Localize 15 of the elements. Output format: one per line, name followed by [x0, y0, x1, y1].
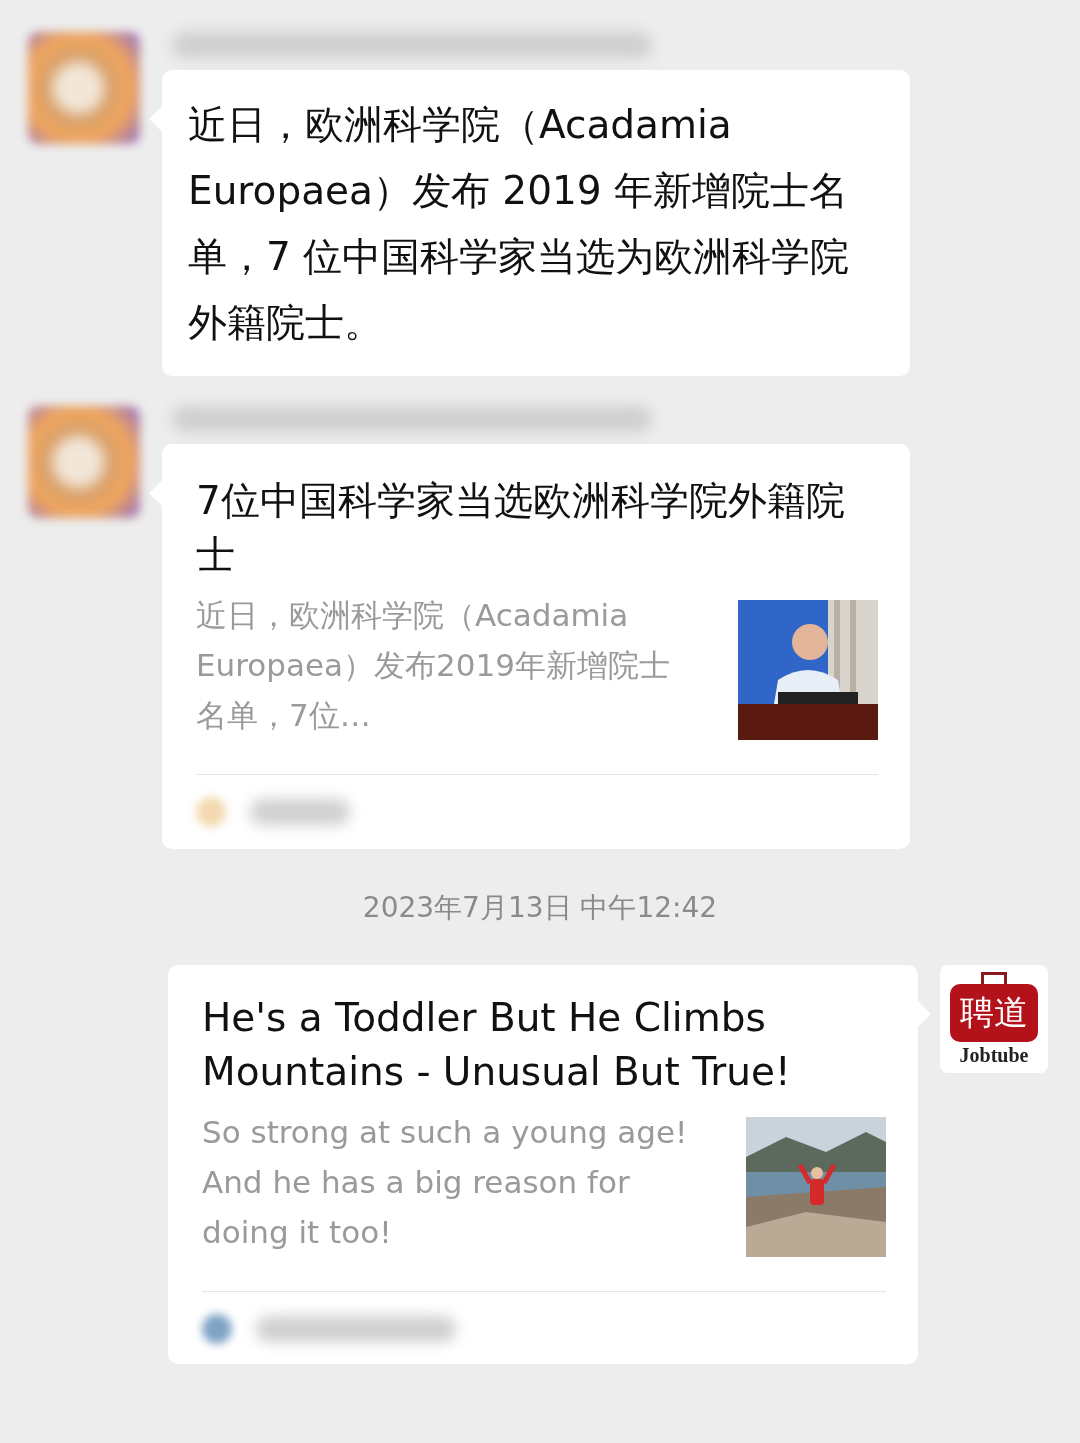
jobtube-logo[interactable]: 聘道 Jobtube — [940, 965, 1048, 1073]
logo-text: 聘道 — [960, 990, 1028, 1034]
article-title: 7位中国科学家当选欧洲科学院外籍院士 — [196, 477, 846, 579]
source-icon — [202, 1314, 232, 1344]
logo-caption: Jobtube — [959, 1043, 1029, 1067]
article-description: 近日，欧洲科学院（Acadamia Europaea）发布2019年新增院士名单，7位… — [196, 596, 671, 735]
avatar[interactable] — [28, 32, 140, 144]
article-card[interactable]: 7位中国科学家当选欧洲科学院外籍院士 近日，欧洲科学院（Acadamia Europaea）发布2019年新增院士名单，7位… — [162, 444, 910, 849]
message-text: 近日，欧洲科学院（Acadamia Europaea）发布 2019 年新增院士名单，7 位中国科学家当选为欧洲科学院外籍院士。 — [188, 101, 851, 347]
article-title: He's a Toddler But He Climbs Mountains - Unusual But True! — [202, 994, 792, 1096]
avatar[interactable] — [28, 406, 140, 518]
source-icon — [196, 797, 226, 827]
timestamp: 2023年7月13日 中午12:42 — [362, 890, 718, 926]
article-description: So strong at such a young age! And he has a big reason for doing it too! — [202, 1113, 689, 1252]
article-card[interactable]: He's a Toddler But He Climbs Mountains - Unusual But True! So strong at such a young age! And he has a big reason for doing it too! — [168, 965, 918, 1364]
